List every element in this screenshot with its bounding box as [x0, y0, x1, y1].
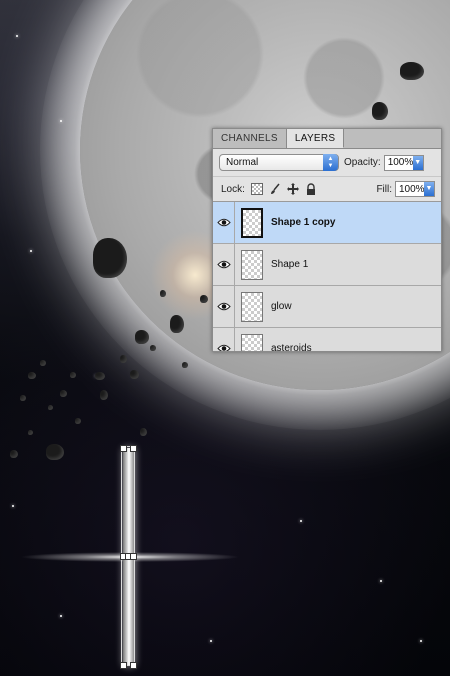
- asteroid: [200, 295, 208, 303]
- star: [16, 35, 18, 37]
- layer-row-asteroids[interactable]: asteroids: [213, 328, 441, 352]
- move-icon[interactable]: [286, 183, 299, 195]
- lock-transparent-pixels-icon[interactable]: [250, 183, 263, 195]
- layer-row-shape-1[interactable]: Shape 1: [213, 244, 441, 286]
- fill-value: 100%: [399, 183, 425, 195]
- star: [12, 505, 14, 507]
- layer-thumbnail: [241, 249, 263, 280]
- lock-fill-row: Lock: Fill: 100% ▼: [213, 177, 441, 202]
- visibility-eye-icon[interactable]: [213, 328, 235, 351]
- visibility-eye-icon[interactable]: [213, 244, 235, 285]
- asteroid: [140, 428, 147, 436]
- layers-panel: CHANNELS LAYERS Normal ▲ ▼ Opacity: 100% …: [212, 128, 442, 352]
- star: [60, 615, 62, 617]
- asteroid: [100, 390, 108, 400]
- tab-layers[interactable]: LAYERS: [286, 129, 345, 148]
- blend-mode-select[interactable]: Normal ▲ ▼: [219, 154, 339, 171]
- asteroid: [135, 330, 149, 344]
- layer-thumbnail: [241, 291, 263, 322]
- layer-thumbnail: [241, 207, 263, 238]
- star: [60, 120, 62, 122]
- layer-name: Shape 1 copy: [271, 217, 336, 228]
- panel-tabs: CHANNELS LAYERS: [213, 129, 441, 149]
- asteroid: [95, 372, 105, 380]
- asteroid: [93, 238, 127, 278]
- asteroid: [170, 315, 184, 333]
- star: [300, 520, 302, 522]
- layer-name: glow: [271, 301, 292, 312]
- fill-field[interactable]: 100% ▼: [395, 181, 435, 197]
- blend-mode-value: Normal: [226, 157, 259, 168]
- asteroid: [10, 450, 18, 458]
- fill-label: Fill:: [376, 183, 392, 195]
- layer-row-glow[interactable]: glow: [213, 286, 441, 328]
- asteroid: [182, 362, 188, 368]
- asteroid: [75, 418, 81, 424]
- visibility-eye-icon[interactable]: [213, 202, 235, 243]
- asteroid: [28, 372, 36, 379]
- asteroid: [48, 405, 53, 410]
- asteroid: [60, 390, 67, 397]
- transform-handle-middle-right[interactable]: [130, 553, 137, 560]
- layer-name: Shape 1: [271, 259, 309, 270]
- star: [380, 580, 382, 582]
- star: [30, 250, 32, 252]
- lock-all-icon[interactable]: [305, 183, 317, 195]
- opacity-label: Opacity:: [344, 157, 381, 168]
- lock-label: Lock:: [221, 183, 245, 195]
- asteroid: [400, 62, 424, 80]
- opacity-field[interactable]: 100% ▼: [383, 154, 424, 171]
- asteroid: [160, 290, 166, 297]
- asteroid: [120, 355, 127, 363]
- layer-row-shape-1-copy[interactable]: Shape 1 copy: [213, 202, 441, 244]
- transform-handle-top-left[interactable]: [120, 445, 127, 452]
- layers-list: Shape 1 copy Shape 1 glow asteroids: [213, 202, 441, 352]
- asteroid: [130, 370, 139, 379]
- asteroid: [20, 395, 26, 401]
- fill-dropdown-icon[interactable]: ▼: [424, 182, 434, 196]
- chevron-updown-icon: ▲ ▼: [323, 154, 338, 171]
- transform-handle-bottom-left[interactable]: [120, 662, 127, 669]
- asteroid: [46, 444, 64, 460]
- asteroid: [28, 430, 33, 435]
- star: [420, 640, 422, 642]
- tab-channels[interactable]: CHANNELS: [213, 129, 287, 148]
- asteroid: [70, 372, 76, 378]
- layer-name: asteroids: [271, 343, 312, 352]
- opacity-dropdown-icon[interactable]: ▼: [412, 155, 423, 170]
- asteroid: [40, 360, 46, 366]
- transform-handle-top-right[interactable]: [130, 445, 137, 452]
- star: [210, 640, 212, 642]
- visibility-eye-icon[interactable]: [213, 286, 235, 327]
- blend-opacity-row: Normal ▲ ▼ Opacity: 100% ▼: [213, 149, 441, 177]
- asteroid: [372, 102, 388, 120]
- opacity-value: 100%: [387, 157, 414, 168]
- transform-handle-bottom-right[interactable]: [130, 662, 137, 669]
- asteroid: [150, 345, 156, 351]
- brush-icon[interactable]: [269, 183, 281, 195]
- layer-thumbnail: [241, 333, 263, 351]
